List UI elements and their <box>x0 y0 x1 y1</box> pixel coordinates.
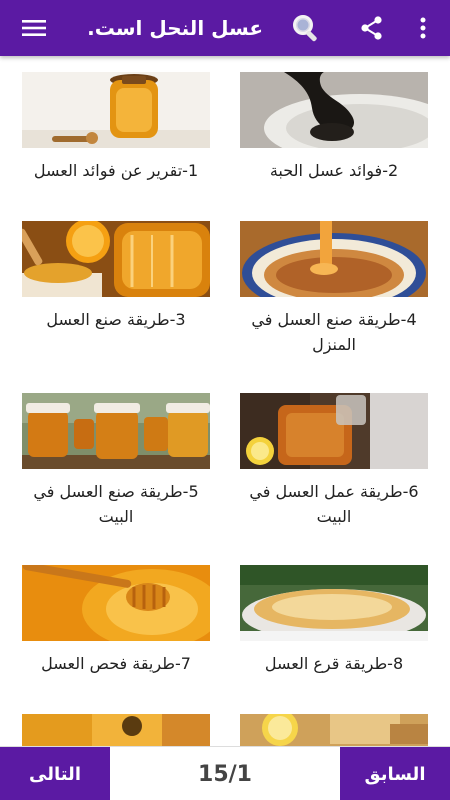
honey-dipper-closeup-photo <box>22 565 210 641</box>
app-title: عسل النحل است... <box>88 16 263 40</box>
article-title: 5-طريقة صنع العسل في البيت <box>33 482 199 526</box>
search-button[interactable] <box>284 0 328 56</box>
article-card[interactable]: 2-فوائد عسل الحبة <box>240 72 428 183</box>
article-card[interactable]: 4-طريقة صنع العسل في المنزل <box>240 221 428 357</box>
lemon-honey-tea-photo <box>240 714 428 746</box>
share-button[interactable] <box>352 0 392 56</box>
article-title: 7-طريقة فحص العسل <box>41 654 191 673</box>
article-card[interactable]: 6-طريقة عمل العسل في البيت <box>240 393 428 529</box>
article-card[interactable]: 3-طريقة صنع العسل <box>22 221 210 332</box>
homemade-honey-bowl-photo <box>240 221 428 297</box>
article-grid: 1-تقرير عن فوائد العسل 2-فوائد عسل الحبة <box>0 56 450 746</box>
next-button[interactable]: التالى <box>0 747 110 800</box>
article-title: 8-طريقة قرع العسل <box>264 654 404 673</box>
honey-jars-photo <box>22 393 210 469</box>
article-title: 3-طريقة صنع العسل <box>46 310 186 329</box>
article-card[interactable] <box>22 714 210 746</box>
app-bar: عسل النحل است... <box>0 0 450 56</box>
search-icon <box>293 15 317 42</box>
black-seed-honey-bowl-photo <box>240 72 428 148</box>
article-title: 4-طريقة صنع العسل في المنزل <box>251 310 417 354</box>
article-card[interactable]: 5-طريقة صنع العسل في البيت <box>22 393 210 529</box>
article-title: 6-طريقة عمل العسل في البيت <box>249 482 419 526</box>
more-options-button[interactable] <box>406 0 440 56</box>
hamburger-menu-icon <box>22 20 46 36</box>
pagination-bar: التالى 15/1 السابق <box>0 746 450 800</box>
page-counter: 15/1 <box>198 761 252 787</box>
article-card[interactable] <box>240 714 428 746</box>
article-title: 2-فوائد عسل الحبة <box>269 161 399 180</box>
honey-pie-photo <box>240 565 428 641</box>
more-vertical-icon <box>420 17 426 39</box>
honeycomb-bee-photo <box>22 714 210 746</box>
honey-oranges-photo <box>22 221 210 297</box>
previous-button[interactable]: السابق <box>340 747 450 800</box>
article-title: 1-تقرير عن فوائد العسل <box>33 161 199 180</box>
share-icon <box>361 16 382 40</box>
menu-button[interactable] <box>14 0 54 56</box>
article-card[interactable]: 8-طريقة قرع العسل <box>240 565 428 676</box>
honey-jar-lemon-photo <box>240 393 428 469</box>
article-card[interactable]: 1-تقرير عن فوائد العسل <box>22 72 210 183</box>
honey-jar-dipper-photo <box>22 72 210 148</box>
article-card[interactable]: 7-طريقة فحص العسل <box>22 565 210 676</box>
